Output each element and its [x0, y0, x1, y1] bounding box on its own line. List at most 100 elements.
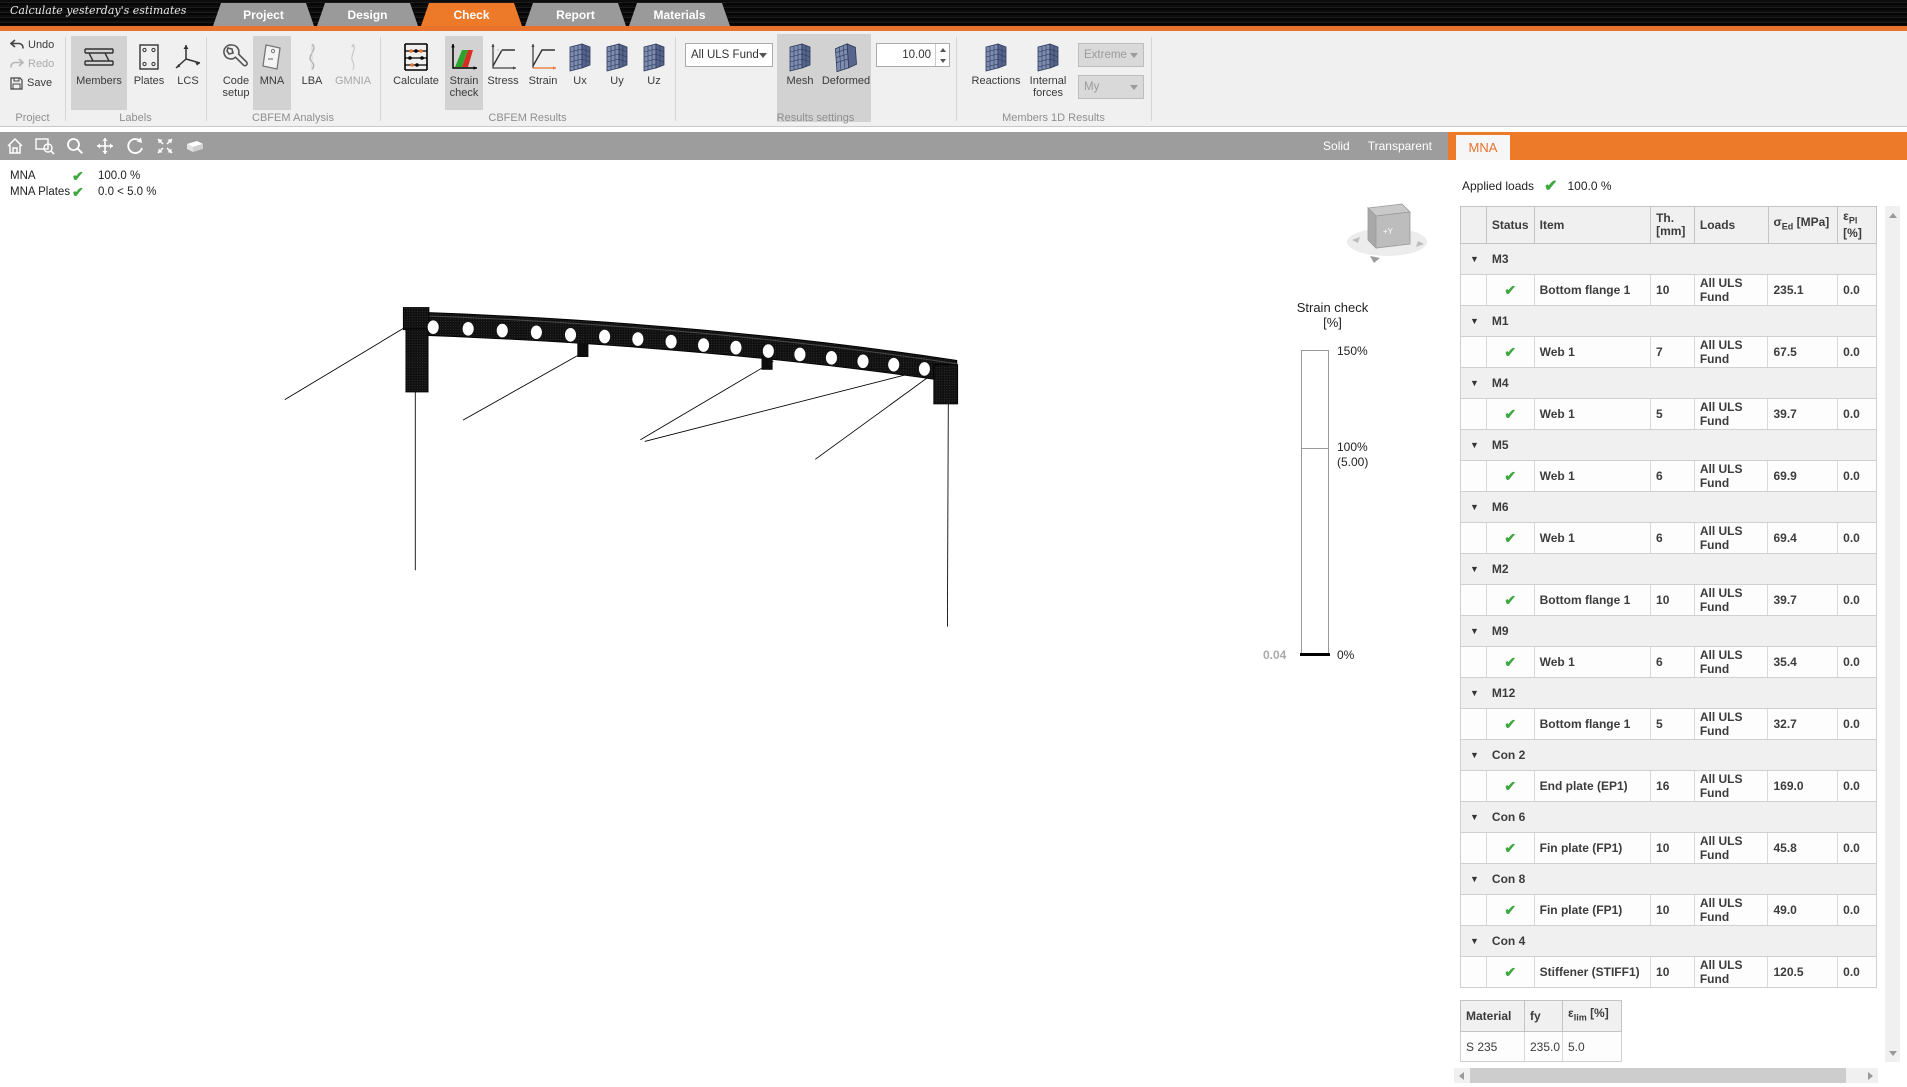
pan-icon[interactable] — [90, 134, 120, 158]
home-view-icon[interactable] — [0, 134, 30, 158]
horizontal-scrollbar[interactable] — [1454, 1068, 1878, 1083]
solid-button[interactable]: Solid — [1323, 139, 1350, 153]
collapse-icon[interactable]: ▼ — [1470, 440, 1479, 450]
spinner-up-icon[interactable] — [939, 47, 946, 52]
group-row[interactable]: ▼ Con 8 — [1460, 864, 1877, 895]
lcs-button[interactable]: LCS — [171, 36, 205, 110]
save-button[interactable]: Save — [10, 75, 54, 91]
result-row[interactable]: ✔ Web 1 6 All ULS Fund 69.9 0.0 — [1460, 461, 1877, 492]
deformed-scale-stepper[interactable]: 10.00 — [876, 43, 950, 67]
collapse-icon[interactable]: ▼ — [1470, 564, 1479, 574]
collapse-icon[interactable]: ▼ — [1470, 688, 1479, 698]
result-row[interactable]: ✔ Bottom flange 1 10 All ULS Fund 39.7 0.0 — [1460, 585, 1877, 616]
collapse-icon[interactable]: ▼ — [1470, 626, 1479, 636]
tab-report[interactable]: Report — [525, 3, 626, 26]
collapse-icon[interactable]: ▼ — [1470, 254, 1479, 264]
my-select[interactable]: My — [1078, 75, 1144, 99]
uy-button[interactable]: Uy — [600, 36, 634, 110]
collapse-icon[interactable]: ▼ — [1470, 812, 1479, 822]
zoom-window-icon[interactable] — [30, 134, 60, 158]
spinner-down-icon[interactable] — [939, 58, 946, 63]
group-row[interactable]: ▼ M2 — [1460, 554, 1877, 585]
extreme-select[interactable]: Extreme — [1078, 43, 1144, 67]
mesh-beam-icon — [569, 43, 591, 72]
scrollbar-thumb[interactable] — [1470, 1068, 1846, 1083]
result-row[interactable]: ✔ Bottom flange 1 10 All ULS Fund 235.1 0.0 — [1460, 275, 1877, 306]
zoom-icon[interactable] — [60, 134, 90, 158]
scroll-right-icon[interactable] — [1863, 1068, 1878, 1083]
group-row[interactable]: ▼ M9 — [1460, 616, 1877, 647]
code-setup-button[interactable]: Code setup — [214, 36, 258, 110]
vertical-scrollbar[interactable] — [1885, 206, 1900, 1062]
result-row[interactable]: ✔ Web 1 6 All ULS Fund 69.4 0.0 — [1460, 523, 1877, 554]
collapse-icon[interactable]: ▼ — [1470, 874, 1479, 884]
group-row[interactable]: ▼ M12 — [1460, 678, 1877, 709]
deformed-mesh-icon — [834, 43, 857, 72]
group-row[interactable]: ▼ M6 — [1460, 492, 1877, 523]
structure-3d-model[interactable] — [0, 160, 1448, 1087]
collapse-icon[interactable]: ▼ — [1470, 936, 1479, 946]
group-row[interactable]: ▼ M1 — [1460, 306, 1877, 337]
group-row[interactable]: ▼ Con 4 — [1460, 926, 1877, 957]
mesh-button[interactable]: Mesh — [779, 36, 821, 110]
mna-button[interactable]: MNA — [253, 36, 291, 110]
result-row[interactable]: ✔ End plate (EP1) 16 All ULS Fund 169.0 0.0 — [1460, 771, 1877, 802]
group-row[interactable]: ▼ M5 — [1460, 430, 1877, 461]
status-check-icon: ✔ — [1487, 709, 1535, 739]
lba-button[interactable]: LBA — [294, 36, 330, 110]
members-button[interactable]: Members — [71, 36, 127, 110]
solid-view-icon[interactable] — [180, 134, 210, 158]
result-row[interactable]: ✔ Fin plate (FP1) 10 All ULS Fund 49.0 0.0 — [1460, 895, 1877, 926]
transparent-button[interactable]: Transparent — [1368, 139, 1432, 153]
scroll-left-icon[interactable] — [1454, 1068, 1469, 1083]
load-case-select[interactable]: All ULS Fund — [685, 43, 773, 67]
stress-button[interactable]: Stress — [484, 36, 522, 110]
gmnia-button[interactable]: GMNIA — [330, 36, 376, 110]
legend-color-bar — [1300, 350, 1330, 656]
collapse-icon[interactable]: ▼ — [1470, 750, 1479, 760]
redo-button[interactable]: Redo — [10, 56, 54, 72]
deformed-button[interactable]: Deformed — [821, 36, 871, 110]
result-row[interactable]: ✔ Fin plate (FP1) 10 All ULS Fund 45.8 0.0 — [1460, 833, 1877, 864]
result-row[interactable]: ✔ Bottom flange 1 5 All ULS Fund 32.7 0.0 — [1460, 709, 1877, 740]
legend-max: 150% — [1337, 344, 1368, 358]
collapse-icon[interactable]: ▼ — [1470, 378, 1479, 388]
reactions-button[interactable]: Reactions — [970, 36, 1022, 110]
group-row[interactable]: ▼ Con 6 — [1460, 802, 1877, 833]
result-row[interactable]: ✔ Stiffener (STIFF1) 10 All ULS Fund 120.5 0.… — [1460, 957, 1877, 988]
status-check-icon: ✔ — [1487, 585, 1535, 615]
scroll-down-icon[interactable] — [1885, 1046, 1900, 1060]
group-row[interactable]: ▼ M3 — [1460, 244, 1877, 275]
row-expander-cell — [1461, 461, 1487, 491]
undo-button[interactable]: Undo — [10, 37, 54, 53]
tab-project[interactable]: Project — [213, 3, 314, 26]
internal-forces-button[interactable]: Internal forces — [1022, 36, 1074, 110]
collapse-icon[interactable]: ▼ — [1470, 502, 1479, 512]
result-row[interactable]: ✔ Web 1 5 All ULS Fund 39.7 0.0 — [1460, 399, 1877, 430]
cable-members — [284, 323, 949, 627]
model-viewport[interactable]: MNA ✔ 100.0 % MNA Plates ✔ 0.0 < 5.0 % +… — [0, 160, 1448, 1087]
material-row[interactable]: S 235 235.0 5.0 — [1460, 1032, 1622, 1062]
calculate-button[interactable]: Calculate — [390, 36, 442, 110]
uz-button[interactable]: Uz — [637, 36, 671, 110]
group-row[interactable]: ▼ Con 2 — [1460, 740, 1877, 771]
strain-check-button[interactable]: Strain check — [445, 36, 483, 110]
result-row[interactable]: ✔ Web 1 7 All ULS Fund 67.5 0.0 — [1460, 337, 1877, 368]
result-row[interactable]: ✔ Web 1 6 All ULS Fund 35.4 0.0 — [1460, 647, 1877, 678]
item-name: Web 1 — [1535, 523, 1652, 553]
tab-materials[interactable]: Materials — [629, 3, 730, 26]
panel-tab-mna[interactable]: MNA — [1456, 135, 1510, 160]
collapse-icon[interactable]: ▼ — [1470, 316, 1479, 326]
thickness-value: 16 — [1651, 771, 1695, 801]
ux-button[interactable]: Ux — [563, 36, 597, 110]
rotate-icon[interactable] — [120, 134, 150, 158]
zoom-fit-icon[interactable] — [150, 134, 180, 158]
strain-button[interactable]: Strain — [524, 36, 562, 110]
plates-button[interactable]: Plates — [129, 36, 169, 110]
navigation-cube[interactable]: +Y — [1340, 190, 1435, 270]
scroll-up-icon[interactable] — [1885, 208, 1900, 222]
group-label-labels: Labels — [119, 112, 152, 124]
group-row[interactable]: ▼ M4 — [1460, 368, 1877, 399]
tab-design[interactable]: Design — [317, 3, 418, 26]
tab-check[interactable]: Check — [421, 3, 522, 26]
